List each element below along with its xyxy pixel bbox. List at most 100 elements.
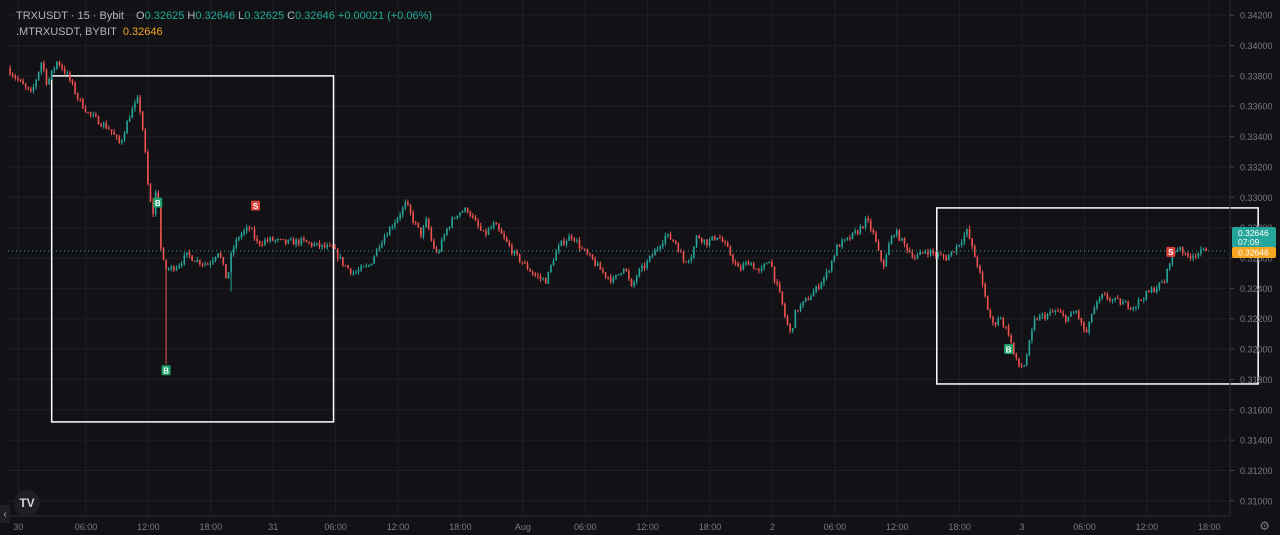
candle-body xyxy=(50,70,53,79)
candle-body xyxy=(942,254,945,257)
candle-body xyxy=(786,316,789,325)
candle-body xyxy=(836,244,838,256)
candle-body xyxy=(170,266,173,270)
candle-body xyxy=(362,266,365,268)
tradingview-logo-icon[interactable]: TV xyxy=(14,490,40,516)
candle-body xyxy=(256,238,258,242)
candle-body xyxy=(417,222,420,228)
indicator-name[interactable]: .MTRXUSDT, BYBIT xyxy=(16,24,117,40)
candle-body xyxy=(308,242,310,244)
candle-body xyxy=(882,260,885,267)
candle-body xyxy=(482,230,485,232)
candle-body xyxy=(838,244,841,247)
candle-body xyxy=(622,268,625,273)
candle-body xyxy=(186,252,188,256)
candle-body xyxy=(529,269,531,272)
candle-body xyxy=(144,129,147,153)
sell-marker-label: S xyxy=(1168,248,1174,257)
candle-body xyxy=(277,239,279,241)
chart-root[interactable]: B B S B S 0.34200 0.34000 0.33800 0.33600 0.3340… xyxy=(0,0,1280,535)
candle-body xyxy=(323,244,326,248)
candle-body xyxy=(1106,294,1109,299)
price-tags: 0.3264607:090.32646 xyxy=(1232,227,1276,259)
candle-body xyxy=(700,238,703,243)
candle-body xyxy=(357,270,360,273)
candle-body xyxy=(680,251,682,253)
candle-body xyxy=(890,236,893,244)
candle-body xyxy=(500,229,503,234)
candle-body xyxy=(531,271,534,274)
candle-body xyxy=(906,244,908,251)
candle-body xyxy=(355,272,357,274)
candle-body xyxy=(771,261,773,267)
candle-body xyxy=(750,263,752,265)
candle-body xyxy=(240,233,243,238)
candle-body xyxy=(477,220,479,227)
candle-body xyxy=(511,245,513,254)
candle-body xyxy=(227,272,230,279)
candle-body xyxy=(721,238,724,242)
open-label: O xyxy=(136,10,145,22)
candle-body xyxy=(989,309,992,318)
candle-body xyxy=(222,256,225,265)
candle-body xyxy=(261,244,264,246)
price-tick-label: 0.33400 xyxy=(1240,132,1273,142)
candle-body xyxy=(373,256,375,264)
time-tick-label: 18:00 xyxy=(699,522,722,532)
candle-body xyxy=(183,255,186,264)
candle-body xyxy=(758,269,760,271)
low-value: 0.32625 xyxy=(244,10,285,22)
candle-body xyxy=(45,69,48,85)
rectangle-drawing[interactable] xyxy=(50,75,335,423)
candle-body xyxy=(1116,297,1119,299)
indicator-value: 0.32646 xyxy=(122,26,163,38)
candle-body xyxy=(123,133,126,140)
price-tick-label: 0.31800 xyxy=(1240,375,1273,385)
time-tick-label: 18:00 xyxy=(200,522,223,532)
candle-body xyxy=(643,265,646,268)
candle-body xyxy=(386,235,388,237)
candle-body xyxy=(599,263,602,270)
candle-body xyxy=(518,254,521,262)
candle-body xyxy=(479,226,482,231)
candle-body xyxy=(214,257,217,261)
candle-body xyxy=(74,83,76,94)
gear-icon[interactable]: ⚙ xyxy=(1259,519,1270,533)
candle-body xyxy=(908,250,911,252)
candle-body xyxy=(160,203,162,249)
time-tick-label: 30 xyxy=(13,522,23,532)
candle-body xyxy=(274,240,277,242)
time-axis[interactable]: 30 06:00 12:00 18:00 31 06:00 12:00 18:00 Aug 06:… xyxy=(0,515,1230,532)
price-tick-label: 0.31400 xyxy=(1240,436,1273,446)
candle-body xyxy=(232,247,235,254)
candle-body xyxy=(271,237,274,241)
symbol-label[interactable]: TRXUSDT · 15 · Bybit xyxy=(16,8,124,24)
candle-body xyxy=(245,227,248,231)
candle-body xyxy=(440,239,443,252)
chevron-left-icon[interactable]: ‹ xyxy=(0,505,10,523)
candle-body xyxy=(162,248,165,260)
grid-lines xyxy=(8,0,1228,516)
candle-body xyxy=(778,283,781,292)
candle-body xyxy=(921,251,924,253)
candle-body xyxy=(472,215,474,218)
candle-body xyxy=(443,235,446,240)
candle-body xyxy=(578,240,581,249)
symbol-legend-row[interactable]: TRXUSDT · 15 · Bybit O0.32625 H0.32646 L… xyxy=(16,8,432,24)
candle-body xyxy=(635,276,638,282)
candle-body xyxy=(706,239,708,246)
candle-body xyxy=(40,62,43,72)
candle-body xyxy=(687,260,690,262)
candle-body xyxy=(958,244,960,247)
candlestick-chart[interactable]: B B S B S 0.34200 0.34000 0.33800 0.33600 0.3340… xyxy=(0,0,1280,535)
candle-body xyxy=(625,268,628,272)
candle-body xyxy=(794,310,797,329)
candle-body xyxy=(1135,306,1137,308)
candle-body xyxy=(430,228,433,241)
candle-body xyxy=(1122,302,1124,305)
candle-body xyxy=(412,212,414,223)
candle-body xyxy=(1137,299,1140,307)
candle-body xyxy=(448,227,451,229)
candle-body xyxy=(404,202,407,208)
indicator-legend-row[interactable]: .MTRXUSDT, BYBIT 0.32646 xyxy=(16,24,432,40)
